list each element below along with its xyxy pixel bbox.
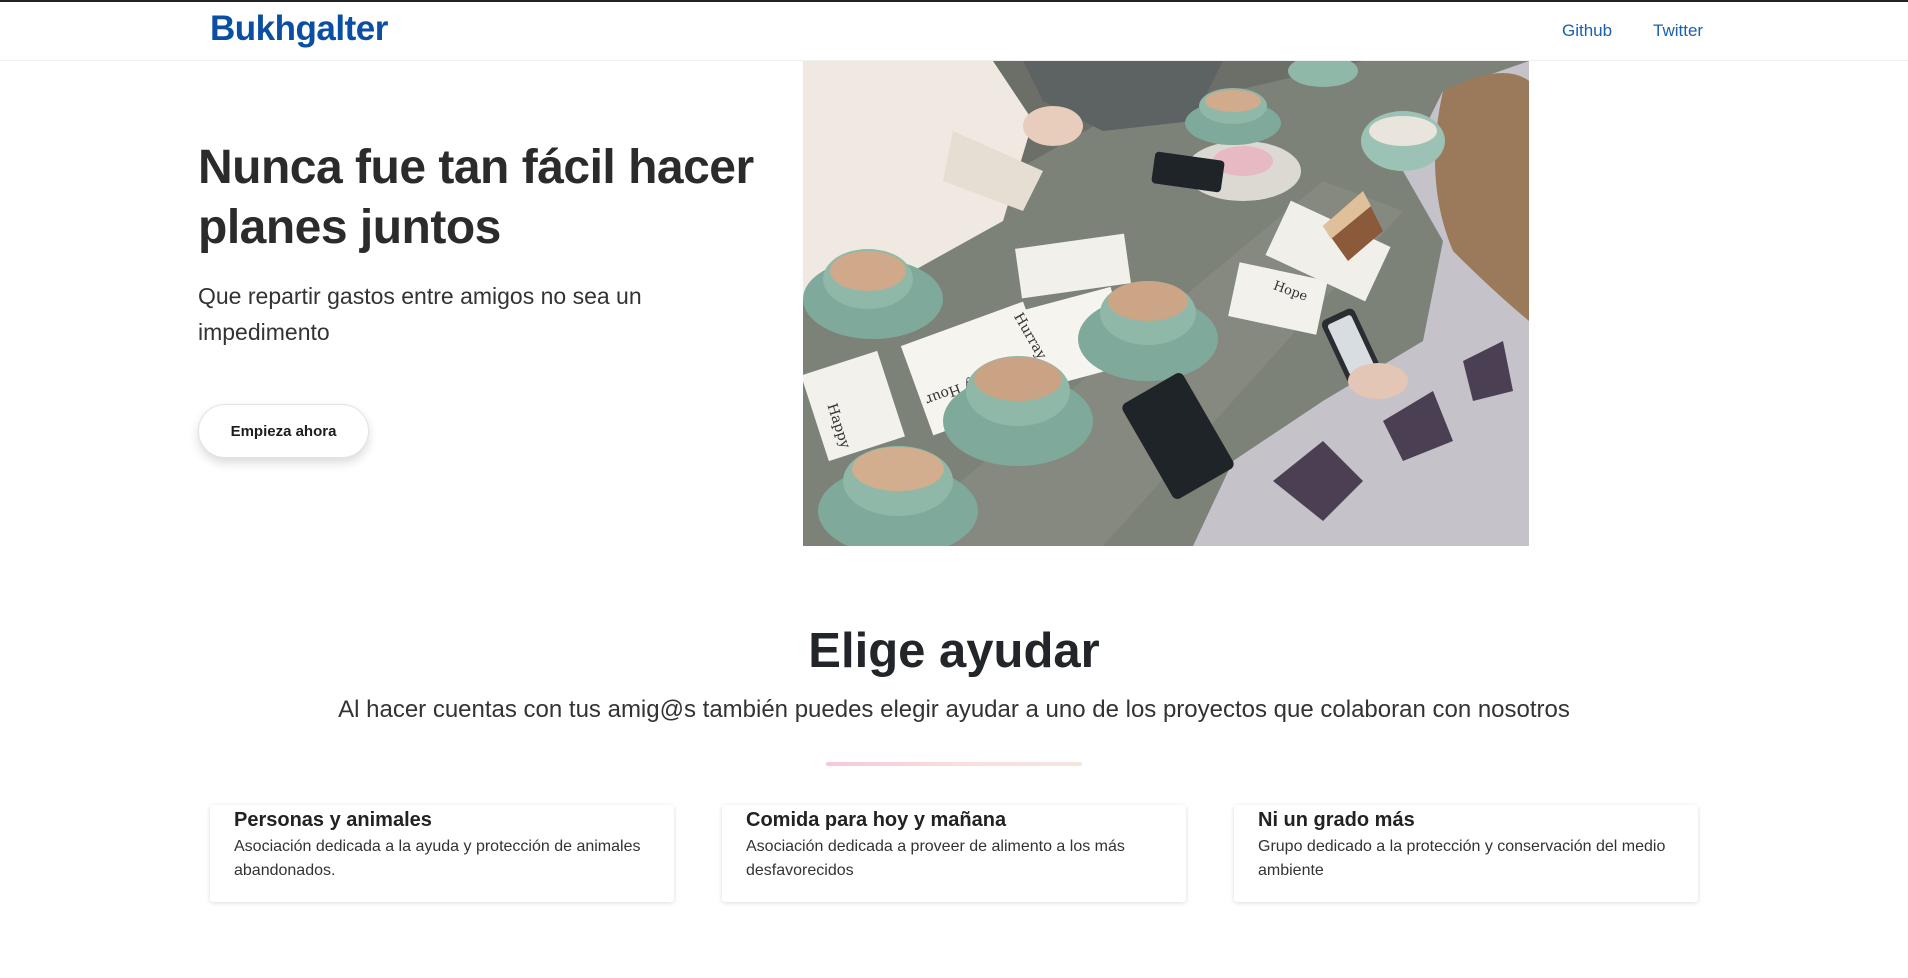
nav-link-github[interactable]: Github — [1562, 21, 1612, 41]
nav-link-twitter[interactable]: Twitter — [1653, 21, 1703, 41]
navbar: Bukhgalter Github Twitter — [0, 2, 1908, 61]
project-card-comida[interactable]: Comida para hoy y mañana Asociación dedi… — [722, 805, 1186, 902]
friends-coffee-photo: Happy Happy Hour Hurray Hope — [803, 61, 1529, 546]
hero-image: Happy Happy Hour Hurray Hope — [803, 61, 1529, 546]
section-subtitle: Al hacer cuentas con tus amig@s también … — [338, 696, 1570, 723]
project-card-ni-un-grado-mas[interactable]: Ni un grado más Grupo dedicado a la prot… — [1234, 805, 1698, 902]
section-divider — [826, 762, 1082, 766]
project-description: Grupo dedicado a la protección y conserv… — [1258, 838, 1666, 879]
project-description: Asociación dedicada a proveer de aliment… — [746, 838, 1125, 879]
brand-logo[interactable]: Bukhgalter — [210, 9, 388, 49]
project-title: Personas y animales — [234, 809, 432, 831]
section-title: Elige ayudar — [808, 624, 1100, 678]
hero-title: Nunca fue tan fácil hacer planes juntos — [198, 141, 754, 254]
hero-subtitle: Que repartir gastos entre amigos no sea … — [198, 283, 642, 345]
project-title: Comida para hoy y mañana — [746, 809, 1007, 831]
project-description: Asociación dedicada a la ayuda y protecc… — [234, 838, 641, 879]
start-now-button[interactable]: Empieza ahora — [198, 404, 369, 458]
project-title: Ni un grado más — [1258, 809, 1415, 831]
project-card-personas-y-animales[interactable]: Personas y animales Asociación dedicada … — [210, 805, 674, 902]
